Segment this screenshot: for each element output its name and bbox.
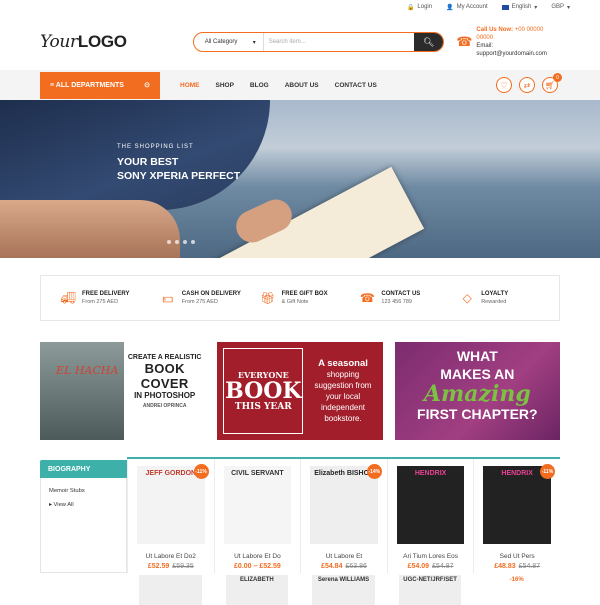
search-bar: All Category ▾ Search item... 🔍︎: [192, 32, 445, 52]
product-price: £54.84 £63.86: [321, 563, 367, 570]
discount-badge: -11%: [193, 464, 209, 479]
site-logo[interactable]: YourLOGO: [40, 32, 127, 52]
my-account-link[interactable]: 👤 My Account: [446, 4, 488, 11]
cart-count-badge: 0: [553, 73, 562, 82]
phone-icon: ☎: [359, 291, 375, 305]
lock-icon: 🔒: [406, 4, 415, 11]
search-icon: 🔍︎: [422, 36, 435, 47]
product-price: £48.83 £54.87: [494, 563, 541, 570]
product-row-2: ELIZABETH Serena WILLIAMS UGC-NET/JRF/SET -…: [127, 575, 560, 605]
phone-icon: ☎: [456, 34, 473, 49]
feature-free-gift: 🎁︎ FREE GIFT BOX & Gift Note: [259, 291, 328, 305]
product-price: £54.09 £54.87: [407, 563, 454, 570]
features-bar: 🚚︎ FREE DELIVERY From 275 AED 💵︎ CASH ON DE…: [40, 275, 560, 321]
menu-blog[interactable]: BLOG: [250, 82, 269, 89]
sidebar-title: BIOGRAPHY: [40, 460, 127, 478]
product-name[interactable]: Sed Ut Pers: [483, 553, 551, 560]
product-name[interactable]: Ari Tium Lores Eos: [397, 553, 465, 560]
feature-free-delivery: 🚚︎ FREE DELIVERY From 275 AED: [60, 291, 130, 305]
discount-badge: -11%: [539, 464, 555, 479]
product-grid: JEFF GORDON -11% Ut Labore Et Do2 £52.59 £59…: [127, 457, 560, 573]
search-input[interactable]: Search item...: [264, 33, 414, 51]
hero-slider[interactable]: THE SHOPPING LIST YOUR BEST SONY XPERIA …: [0, 100, 600, 258]
product-cover[interactable]: HENDRIX: [396, 466, 465, 544]
product-card[interactable]: HENDRIX Ari Tium Lores Eos £54.09 £54.87: [386, 459, 474, 573]
truck-icon: 🚚︎: [60, 291, 76, 305]
book-this-year-badge: EVERYONE BOOK THIS YEAR: [223, 348, 304, 434]
menu-contact[interactable]: CONTACT US: [335, 82, 377, 89]
product-name[interactable]: Ut Labore Et: [310, 553, 378, 560]
hero-caption: THE SHOPPING LIST YOUR BEST SONY XPERIA …: [117, 144, 241, 182]
product-price: £52.59 £59.35: [147, 563, 194, 570]
email-text: Email: support@yourdomain.com: [476, 43, 547, 57]
header: YourLOGO All Category ▾ Search item... 🔍︎…: [0, 14, 600, 70]
login-link[interactable]: 🔒 Login: [407, 4, 432, 11]
user-icon: 👤: [446, 4, 454, 11]
product-name[interactable]: Ut Labore Et Do2: [137, 553, 205, 560]
language-select[interactable]: English ▾: [501, 4, 537, 11]
search-button[interactable]: 🔍︎: [414, 33, 444, 51]
nav-bar: ≡ ALL DEPARTMENTS ⊙ HOME SHOP BLOG ABOUT …: [0, 70, 600, 100]
banner-book-cover[interactable]: EL HACHA CREATE A REALISTIC BOOK COVER IN …: [40, 342, 206, 440]
gift-icon: 🎁︎: [259, 291, 276, 305]
all-departments-button[interactable]: ≡ ALL DEPARTMENTS ⊙: [40, 71, 160, 99]
sidebar-item-view-all[interactable]: ▸ View All: [49, 502, 118, 508]
product-cover[interactable]: [139, 575, 202, 605]
menu-icon: ≡ ALL DEPARTMENTS: [50, 81, 124, 89]
product-cover[interactable]: HENDRIX: [483, 466, 551, 544]
feature-loyalty: ◇ LOYALTY Rewarded: [459, 290, 559, 306]
slider-dots[interactable]: [167, 240, 195, 244]
diamond-icon: ◇: [462, 291, 472, 305]
discount-badge: -14%: [366, 464, 382, 479]
book-image: EL HACHA: [40, 342, 124, 440]
biography-section: BIOGRAPHY Memoir Stubs ▸ View All JEFF G…: [40, 457, 560, 573]
feature-contact-us: ☎ CONTACT US 123 456 789: [359, 291, 421, 305]
currency-select[interactable]: GBP ▾: [551, 4, 570, 11]
banner-first-chapter[interactable]: WHAT MAKES AN Amazing FIRST CHAPTER?: [394, 342, 560, 440]
feature-cash-on-delivery: 💵︎ CASH ON DELIVERY From 275 AED: [160, 290, 260, 306]
product-card[interactable]: HENDRIX -11% Sed Ut Pers £48.83 £54.87: [473, 459, 560, 573]
wishlist-icon[interactable]: ♡: [496, 77, 512, 93]
product-cover[interactable]: UGC-NET/JRF/SET: [398, 575, 462, 605]
sidebar: BIOGRAPHY Memoir Stubs ▸ View All: [40, 460, 127, 573]
top-bar: 🔒 Login 👤 My Account English ▾ GBP ▾: [0, 0, 600, 14]
menu-about[interactable]: ABOUT US: [285, 82, 319, 89]
product-cover[interactable]: CIVIL SERVANT: [223, 466, 292, 544]
cart-icon[interactable]: 🛒︎ 0: [542, 73, 562, 93]
product-name[interactable]: Ut Labore Et Do: [224, 553, 292, 560]
arrow-circle-icon: ⊙: [144, 82, 150, 89]
call-us: ☎ Call Us Now: +00 00000 00000 Email: sup…: [456, 26, 560, 58]
product-cover[interactable]: JEFF GORDON: [137, 466, 205, 544]
main-menu: HOME SHOP BLOG ABOUT US CONTACT US: [180, 82, 377, 89]
product-card[interactable]: CIVIL SERVANT Ut Labore Et Do £0.00 – £52.…: [213, 459, 301, 573]
category-select[interactable]: All Category ▾: [194, 33, 264, 51]
product-cover[interactable]: Elizabeth BISHOP: [310, 466, 378, 544]
product-cover[interactable]: -16%: [485, 575, 548, 605]
hero-image-arm: [0, 200, 180, 258]
compare-icon[interactable]: ⇄: [519, 77, 535, 93]
product-price: £0.00 – £52.59: [234, 563, 281, 570]
banner-book-this-year[interactable]: EVERYONE BOOK THIS YEAR A seasonal shopping…: [217, 342, 383, 440]
cash-icon: 💵︎: [162, 290, 174, 305]
product-cover[interactable]: Serena WILLIAMS: [312, 575, 375, 605]
sidebar-item-memoir[interactable]: Memoir Stubs: [49, 488, 118, 494]
product-card[interactable]: Elizabeth BISHOP -14% Ut Labore Et £54.84 £6…: [300, 459, 387, 573]
menu-home[interactable]: HOME: [180, 82, 200, 89]
product-cover[interactable]: ELIZABETH: [225, 575, 289, 605]
chevron-down-icon: ▾: [252, 39, 256, 46]
product-card[interactable]: JEFF GORDON -11% Ut Labore Et Do2 £52.59 £59…: [127, 459, 214, 573]
promo-banners: EL HACHA CREATE A REALISTIC BOOK COVER IN …: [40, 342, 560, 440]
menu-shop[interactable]: SHOP: [216, 82, 234, 89]
flag-icon: [501, 4, 509, 10]
